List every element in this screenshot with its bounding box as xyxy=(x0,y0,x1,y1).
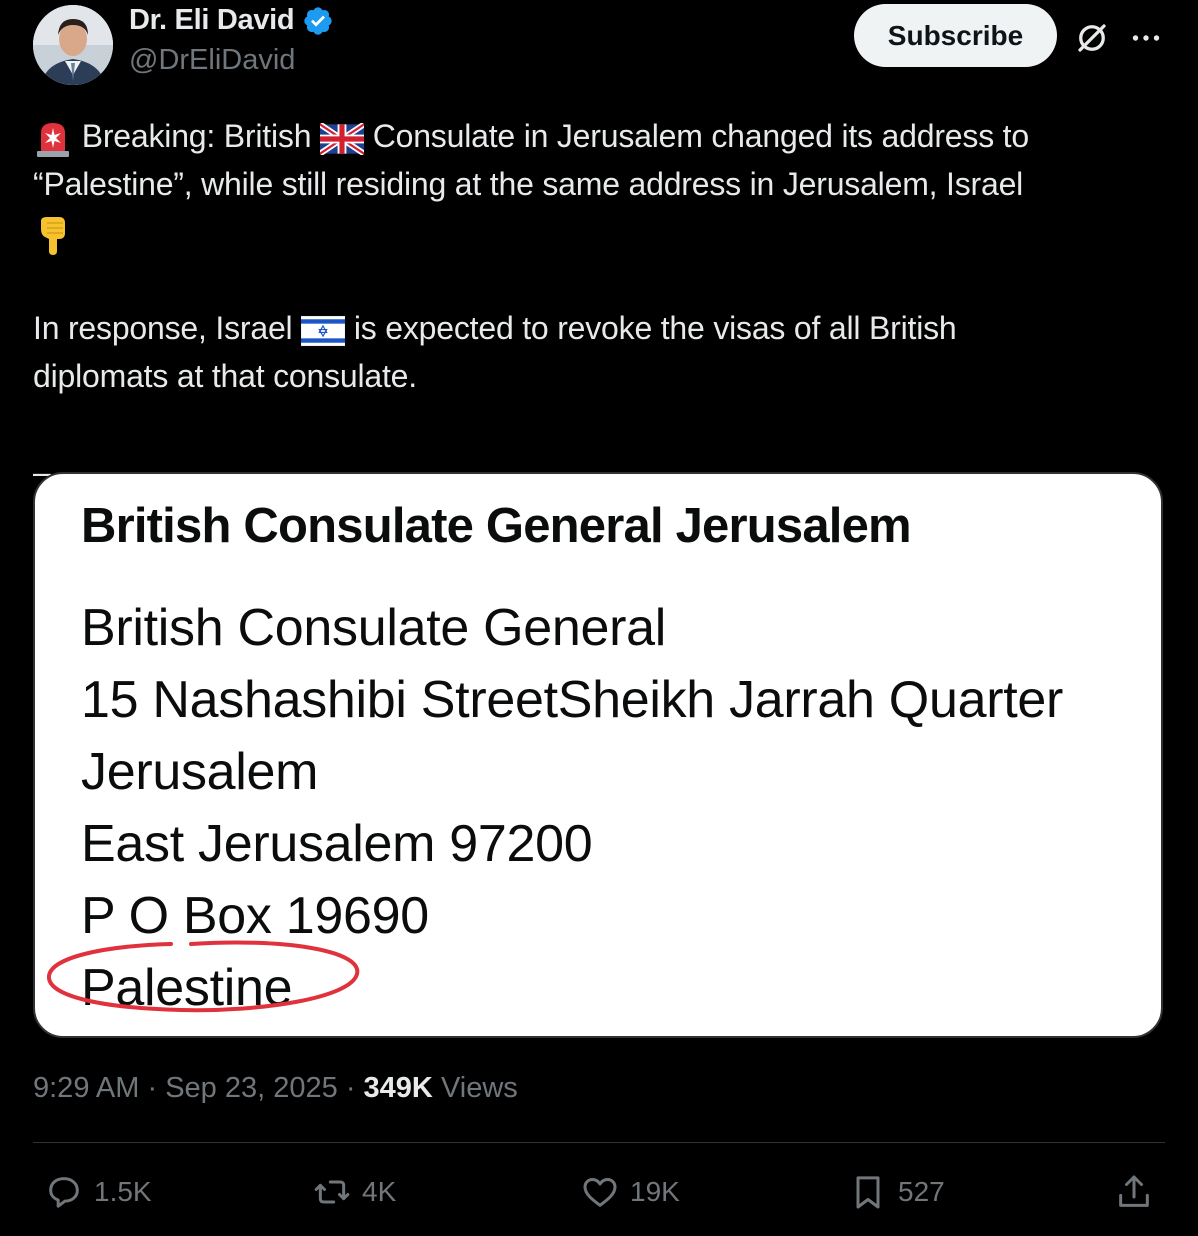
tweet-para-2-b: is expected to revoke the visas of all B… xyxy=(353,310,957,346)
tweet-para-2-a: In response, Israel xyxy=(33,310,293,346)
like-button[interactable]: 19K xyxy=(580,1168,680,1216)
tweet-meta: 9:29 AM · Sep 23, 2025 · 349K Views xyxy=(33,1072,518,1105)
police-light-emoji xyxy=(37,122,69,157)
tweet-line-1-b: Consulate in Jerusalem changed its addre… xyxy=(372,118,1029,154)
israel-flag-emoji xyxy=(301,315,346,346)
tweet-line-1-a: Breaking: British xyxy=(81,118,312,154)
red-circle-highlight xyxy=(47,940,360,1013)
address-line: British Consulate General xyxy=(81,599,667,657)
tweet-para-2: In response, Israel is expected to revok… xyxy=(33,304,1173,352)
tweet-line-1: Breaking: British Consulate in Jerusalem… xyxy=(33,112,1173,160)
share-button[interactable] xyxy=(1114,1168,1154,1216)
media-image[interactable]: British Consulate General Jerusalem Brit… xyxy=(33,472,1163,1038)
repost-button[interactable]: 4K xyxy=(312,1168,396,1216)
views-count: 349K xyxy=(363,1072,433,1104)
tweet-date[interactable]: Sep 23, 2025 xyxy=(165,1072,338,1104)
card-heading: British Consulate General Jerusalem xyxy=(81,499,912,553)
address-line: 15 Nashashibi StreetSheikh Jarrah Quarte… xyxy=(81,671,1063,729)
avatar-image xyxy=(33,5,113,85)
share-icon xyxy=(1119,1175,1149,1207)
tweet-para-2-c: diplomats at that consulate. xyxy=(33,358,417,394)
more-icon[interactable] xyxy=(1128,20,1164,56)
reply-button[interactable]: 1.5K xyxy=(44,1168,152,1216)
author-name-row[interactable]: Dr. Eli David xyxy=(129,4,334,37)
divider xyxy=(33,1142,1165,1143)
repost-icon xyxy=(314,1180,350,1204)
meta-separator: · xyxy=(345,1072,356,1104)
bookmark-icon xyxy=(856,1176,880,1209)
address-line: East Jerusalem 97200 xyxy=(81,815,593,873)
like-count: 19K xyxy=(630,1176,680,1207)
tweet-time[interactable]: 9:29 AM xyxy=(33,1072,139,1104)
tweet-line-2: “Palestine”, while still residing at the… xyxy=(33,166,1024,202)
meta-separator: · xyxy=(147,1072,158,1104)
subscribe-button[interactable]: Subscribe xyxy=(854,4,1057,67)
address-line: Jerusalem xyxy=(81,743,319,801)
bookmark-button[interactable]: 527 xyxy=(848,1168,945,1216)
grok-icon[interactable] xyxy=(1074,20,1110,56)
author-handle[interactable]: @DrEliDavid xyxy=(129,44,295,77)
pointing-down-emoji xyxy=(41,216,65,255)
tweet-line-3 xyxy=(33,208,1173,256)
heart-icon xyxy=(583,1178,617,1207)
verified-badge-icon xyxy=(304,6,333,35)
uk-flag-emoji xyxy=(320,122,364,155)
avatar[interactable] xyxy=(33,5,113,85)
repost-count: 4K xyxy=(362,1176,397,1207)
reply-count: 1.5K xyxy=(94,1176,152,1207)
tweet-text: Breaking: British Consulate in Jerusalem… xyxy=(33,112,1173,496)
reply-icon xyxy=(49,1177,79,1208)
views-label: Views xyxy=(440,1072,518,1104)
bookmark-count: 527 xyxy=(898,1176,945,1207)
author-display-name[interactable]: Dr. Eli David xyxy=(129,4,295,37)
